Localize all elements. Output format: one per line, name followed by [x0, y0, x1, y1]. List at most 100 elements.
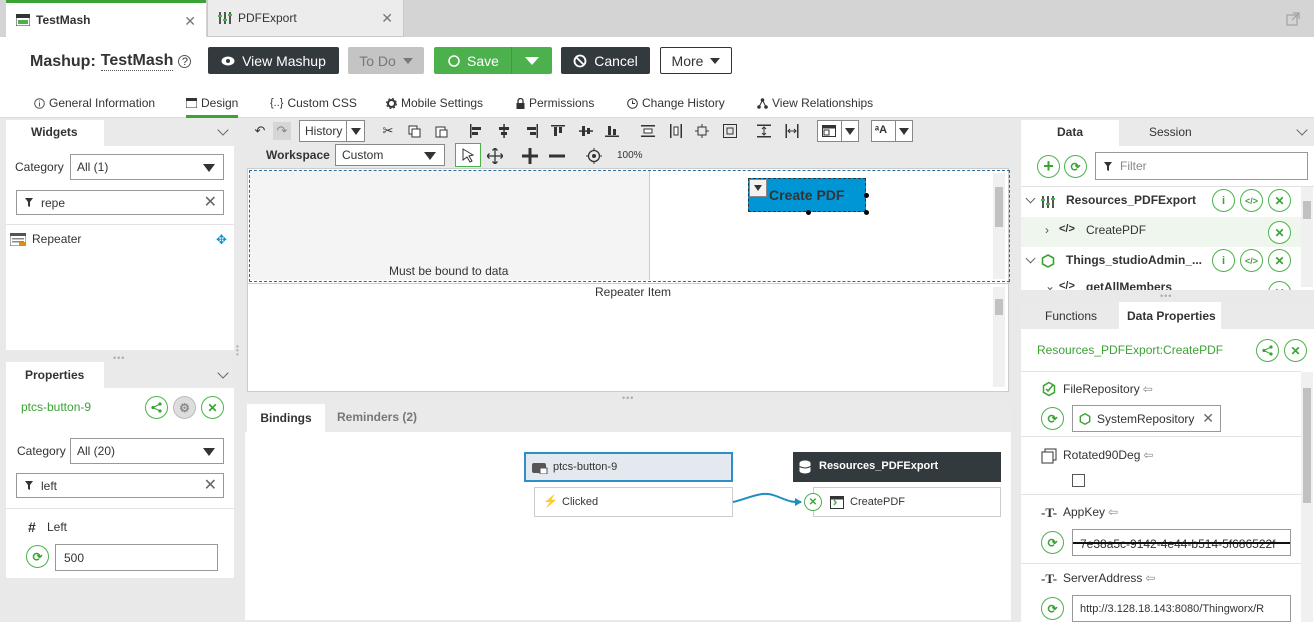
tab-data[interactable]: Data [1057, 125, 1083, 139]
zoom-in-icon[interactable] [522, 148, 538, 164]
align-middle-icon[interactable] [577, 122, 595, 140]
chevron-down-icon[interactable] [1025, 253, 1036, 264]
tab-testmash[interactable]: TestMash ✕ [6, 0, 206, 37]
popout-icon[interactable] [1286, 12, 1300, 26]
tab-data-properties[interactable]: Data Properties [1127, 309, 1216, 323]
close-icon[interactable]: ✕ [1268, 249, 1291, 272]
widget-menu-toggle[interactable] [749, 179, 767, 197]
chevron-down-icon[interactable] [525, 57, 539, 65]
appkey-input[interactable]: 7e38a5c-9142-4e44-b514-5f686522f [1072, 529, 1291, 556]
tab-pdfexport[interactable]: PDFExport ✕ [207, 0, 404, 37]
tab-functions[interactable]: Functions [1045, 309, 1097, 323]
data-item-createpdf[interactable]: › </> CreatePDF ✕ [1021, 217, 1301, 247]
paste-icon[interactable] [432, 122, 450, 140]
undo-icon[interactable]: ↶ [251, 122, 269, 140]
remove-binding-icon[interactable]: ✕ [804, 493, 822, 511]
close-icon[interactable]: ✕ [201, 396, 224, 419]
info-icon[interactable]: i [1212, 249, 1235, 272]
data-item-things-studioadmin[interactable]: Things_studioAdmin_... i </> ✕ [1021, 247, 1301, 277]
clear-icon[interactable]: ✕ [204, 195, 217, 211]
pointer-tool[interactable] [455, 143, 481, 167]
binding-event-clicked[interactable]: ⚡ Clicked [534, 487, 733, 517]
share-icon[interactable] [145, 396, 168, 419]
history-dropdown[interactable]: History [299, 120, 365, 142]
zoom-out-icon[interactable] [549, 148, 565, 164]
move-icon[interactable]: ✥ [216, 232, 227, 248]
align-center-icon[interactable] [495, 122, 513, 140]
binding-target-service[interactable]: CreatePDF [813, 487, 1001, 517]
chevron-right-icon[interactable]: › [1045, 223, 1049, 237]
refresh-icon[interactable]: ⟳ [1041, 597, 1064, 620]
distribute-vertical-icon[interactable] [639, 122, 657, 140]
code-icon[interactable]: </> [1240, 189, 1263, 212]
refresh-icon[interactable]: ⟳ [1041, 531, 1064, 554]
serveraddress-input[interactable]: http://3.128.18.143:8080/Thingworx/R [1072, 595, 1291, 622]
data-scrollbar[interactable] [1301, 187, 1313, 287]
left-value-input[interactable]: 500 [55, 544, 218, 571]
cancel-button[interactable]: Cancel [561, 47, 650, 74]
widget-filter-input[interactable]: repe ✕ [16, 190, 224, 215]
chevron-down-icon[interactable]: ⌄ [1045, 279, 1055, 290]
view-mashup-button[interactable]: View Mashup [208, 47, 339, 74]
help-icon[interactable]: ? [178, 55, 192, 68]
save-button[interactable]: Save [434, 47, 552, 74]
align-left-icon[interactable] [467, 122, 485, 140]
data-filter-input[interactable]: Filter [1095, 152, 1308, 180]
close-icon[interactable]: ✕ [1268, 281, 1291, 290]
fit-icon[interactable] [721, 122, 739, 140]
tab-session[interactable]: Session [1149, 125, 1192, 139]
cut-icon[interactable]: ✂ [379, 122, 397, 140]
align-bottom-icon[interactable] [603, 122, 621, 140]
close-icon[interactable]: ✕ [1268, 221, 1291, 244]
info-icon[interactable]: i [1212, 189, 1235, 212]
distribute-horizontal-icon[interactable] [667, 122, 685, 140]
refresh-icon[interactable]: ⟳ [1041, 407, 1064, 430]
close-icon[interactable]: ✕ [184, 13, 196, 30]
language-dropdown[interactable]: ᵃA [871, 120, 913, 142]
todo-button[interactable]: To Do [348, 47, 424, 74]
add-data-icon[interactable]: + [1037, 155, 1060, 178]
align-top-icon[interactable] [549, 122, 567, 140]
widget-category-select[interactable]: All (1) [70, 154, 224, 180]
data-item-resources-pdfexport[interactable]: Resources_PDFExport i </> ✕ [1021, 187, 1301, 217]
property-filter-input[interactable]: left ✕ [16, 473, 224, 498]
clear-icon[interactable]: ✕ [204, 478, 217, 494]
share-icon[interactable] [1256, 339, 1279, 362]
workspace-select[interactable]: Custom [335, 144, 445, 166]
binding-source-widget[interactable]: ptcs-button-9 [524, 452, 733, 482]
property-category-select[interactable]: All (20) [70, 438, 224, 464]
same-height-icon[interactable] [755, 122, 773, 140]
align-right-icon[interactable] [523, 122, 541, 140]
gear-icon[interactable]: ⚙ [173, 396, 196, 419]
pan-icon[interactable] [487, 148, 503, 164]
chevron-down-icon[interactable] [1025, 193, 1036, 204]
tab-design[interactable]: Design [186, 93, 239, 118]
refresh-icon[interactable]: ⟳ [26, 545, 49, 568]
clear-icon[interactable]: ✕ [1202, 410, 1214, 427]
tab-change-history[interactable]: Change History [627, 93, 725, 113]
tab-permissions[interactable]: Permissions [516, 93, 594, 113]
data-item-getallmembers[interactable]: ⌄ </> getAllMembers ✕ [1021, 277, 1301, 290]
refresh-icon[interactable]: ⟳ [1064, 155, 1087, 178]
layout-dropdown[interactable] [817, 120, 859, 142]
close-icon[interactable]: ✕ [1268, 189, 1291, 212]
close-icon[interactable]: ✕ [381, 10, 393, 27]
tab-mobile-settings[interactable]: Mobile Settings [386, 93, 483, 113]
tab-bindings[interactable]: Bindings [247, 404, 325, 432]
repeater-scrollbar[interactable] [993, 287, 1005, 387]
splitter-handle[interactable]: ••• [236, 343, 242, 359]
filerepository-value[interactable]: SystemRepository ✕ [1072, 405, 1221, 432]
copy-icon[interactable] [405, 122, 423, 140]
canvas-scrollbar[interactable] [993, 173, 1005, 279]
properties-scrollbar[interactable] [1301, 372, 1313, 622]
close-icon[interactable]: ✕ [1284, 339, 1307, 362]
widget-item-repeater[interactable]: Repeater [10, 232, 81, 246]
target-icon[interactable] [586, 148, 602, 164]
rotated90deg-checkbox[interactable] [1072, 474, 1085, 487]
same-width-icon[interactable] [783, 122, 801, 140]
center-icon[interactable] [693, 122, 711, 140]
code-icon[interactable]: </> [1240, 249, 1263, 272]
splitter-handle[interactable]: ••• [113, 353, 125, 363]
tab-view-relationships[interactable]: View Relationships [757, 93, 873, 113]
binding-target-resource[interactable]: Resources_PDFExport [793, 452, 1001, 482]
